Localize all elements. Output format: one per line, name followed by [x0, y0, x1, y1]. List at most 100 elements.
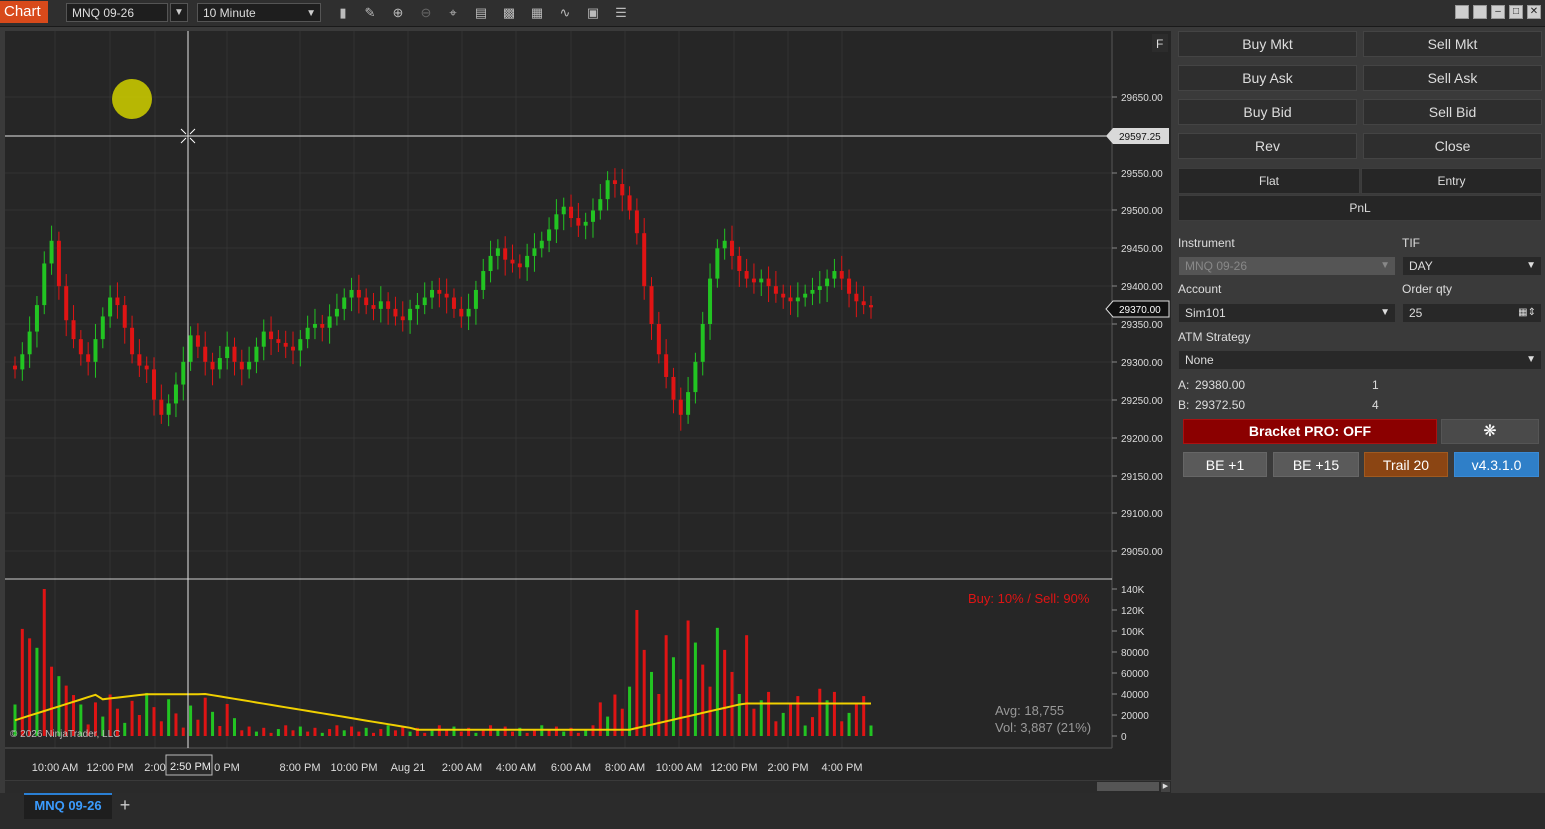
breakeven-plus-15-button[interactable]: BE +15 — [1273, 452, 1359, 477]
candle-body — [210, 361, 215, 370]
account-select[interactable]: Sim101 ▼ — [1178, 303, 1396, 323]
maximize-button[interactable]: □ — [1509, 5, 1523, 19]
candle-body — [34, 305, 39, 332]
candle-body — [195, 335, 200, 347]
candle-body — [173, 384, 178, 404]
candle-body — [225, 346, 230, 359]
version-button[interactable]: v4.3.1.0 — [1454, 452, 1539, 477]
add-tab-icon[interactable]: + — [115, 796, 135, 816]
volume-bar — [715, 627, 719, 736]
volume-bar — [393, 730, 397, 736]
close-position-button[interactable]: Close — [1363, 133, 1542, 159]
zoom-out-icon[interactable]: ⊖ — [417, 4, 435, 22]
price-tick-label: 29300.00 — [1121, 358, 1163, 369]
instrument-selector[interactable]: MNQ 09-26 — [66, 3, 168, 22]
data-box-icon[interactable]: ▤ — [472, 4, 490, 22]
ask-size: 1 — [1372, 378, 1379, 392]
candle-body — [422, 297, 427, 306]
chevron-down-icon: ▼ — [1526, 354, 1536, 365]
volume-bar — [42, 589, 46, 736]
time-tick-label: 10:00 PM — [330, 762, 377, 774]
candle-body — [49, 240, 54, 264]
candle-body — [203, 346, 208, 362]
candle-body — [364, 297, 369, 306]
candle-body — [832, 271, 837, 279]
chart-scroll-thumb[interactable] — [1097, 782, 1159, 791]
trail-20-button[interactable]: Trail 20 — [1364, 452, 1448, 477]
templates-icon[interactable]: ▩ — [500, 4, 518, 22]
window-option-button-2[interactable] — [1473, 5, 1487, 19]
instrument-field[interactable]: MNQ 09-26 ▼ — [1178, 256, 1396, 276]
settings-button[interactable]: ❋ — [1441, 419, 1539, 444]
candle-body — [115, 297, 120, 306]
volume-bar — [28, 638, 32, 736]
zoom-in-icon[interactable]: ⊕ — [389, 4, 407, 22]
candle-body — [93, 339, 98, 362]
order-panel-icon[interactable]: ☰ — [612, 4, 630, 22]
ask-label: A: — [1178, 378, 1190, 392]
properties-icon[interactable]: ▣ — [584, 4, 602, 22]
tab-mnq[interactable]: MNQ 09-26 — [24, 793, 112, 819]
candle-body — [13, 365, 17, 370]
time-tick-label: 2:00 AM — [442, 762, 482, 774]
candle-body — [693, 361, 698, 393]
volume-bar — [181, 727, 185, 736]
bracket-pro-toggle-button[interactable]: Bracket PRO: OFF — [1183, 419, 1437, 444]
time-tick-label: 4:00 AM — [496, 762, 536, 774]
breakeven-plus-1-button[interactable]: BE +1 — [1183, 452, 1267, 477]
drawing-tools-icon[interactable]: ✎ — [361, 4, 379, 22]
order-qty-input[interactable]: 25 ▦⇕ — [1402, 303, 1542, 323]
volume-bar — [386, 725, 390, 736]
volume-bar — [254, 731, 258, 736]
qty-stepper-icon[interactable]: ▦⇕ — [1518, 304, 1536, 322]
account-label: Account — [1178, 282, 1222, 296]
buy-bid-button[interactable]: Buy Bid — [1178, 99, 1357, 125]
bar-type-icon[interactable]: ▮ — [334, 4, 352, 22]
atm-strategy-value: None — [1185, 353, 1214, 367]
volume-tick-label: 140K — [1121, 585, 1145, 596]
candle-body — [634, 210, 639, 234]
candle-body — [737, 255, 742, 272]
buy-market-button[interactable]: Buy Mkt — [1178, 31, 1357, 57]
buy-ask-button[interactable]: Buy Ask — [1178, 65, 1357, 91]
candle-body — [722, 240, 727, 249]
volume-bar — [123, 722, 127, 736]
chart-scrollbar[interactable] — [5, 781, 1171, 793]
sell-ask-button[interactable]: Sell Ask — [1363, 65, 1542, 91]
price-tick-label: 29050.00 — [1121, 547, 1163, 558]
sell-bid-button[interactable]: Sell Bid — [1363, 99, 1542, 125]
scroll-right-arrow-icon[interactable]: ▶ — [1161, 782, 1170, 792]
volume-bar — [459, 731, 463, 736]
candle-body — [671, 376, 676, 400]
indicators-icon[interactable]: ∿ — [556, 4, 574, 22]
candle-body — [42, 263, 47, 306]
candle-body — [386, 301, 391, 309]
volume-bar — [371, 732, 375, 736]
volume-bar — [562, 731, 566, 736]
close-window-button[interactable]: ✕ — [1527, 5, 1541, 19]
volume-bar — [379, 729, 383, 736]
volume-bar — [840, 721, 844, 736]
timeframe-selector[interactable]: 10 Minute ▼ — [197, 3, 321, 22]
volume-bar — [401, 726, 405, 736]
atm-strategy-select[interactable]: None ▼ — [1178, 350, 1542, 370]
candle-body — [254, 346, 259, 362]
volume-tick-label: 20000 — [1121, 711, 1149, 722]
chart-canvas[interactable]: 29650.00 29550.00 29500.00 29450.00 29400.00… — [5, 31, 1171, 780]
tif-select[interactable]: DAY ▼ — [1402, 256, 1542, 276]
chart-svg[interactable]: 29650.00 29550.00 29500.00 29450.00 29400.00… — [5, 31, 1171, 780]
crosshair-icon[interactable]: ⌖ — [444, 4, 462, 22]
instrument-dropdown-button[interactable]: ▼ — [170, 3, 188, 22]
price-tick-label: 29400.00 — [1121, 282, 1163, 293]
volume-tick-label: 80000 — [1121, 648, 1149, 659]
sell-market-button[interactable]: Sell Mkt — [1363, 31, 1542, 57]
strategies-icon[interactable]: ▦ — [528, 4, 546, 22]
time-tick-label: 4:00 PM — [822, 762, 863, 774]
candle-body — [444, 293, 449, 298]
volume-bar — [803, 725, 807, 736]
chart-tab[interactable]: Chart — [0, 1, 48, 23]
window-option-button[interactable] — [1455, 5, 1469, 19]
minimize-button[interactable]: – — [1491, 5, 1505, 19]
current-volume-label: Vol: 3,887 (21%) — [995, 720, 1091, 735]
reverse-button[interactable]: Rev — [1178, 133, 1357, 159]
